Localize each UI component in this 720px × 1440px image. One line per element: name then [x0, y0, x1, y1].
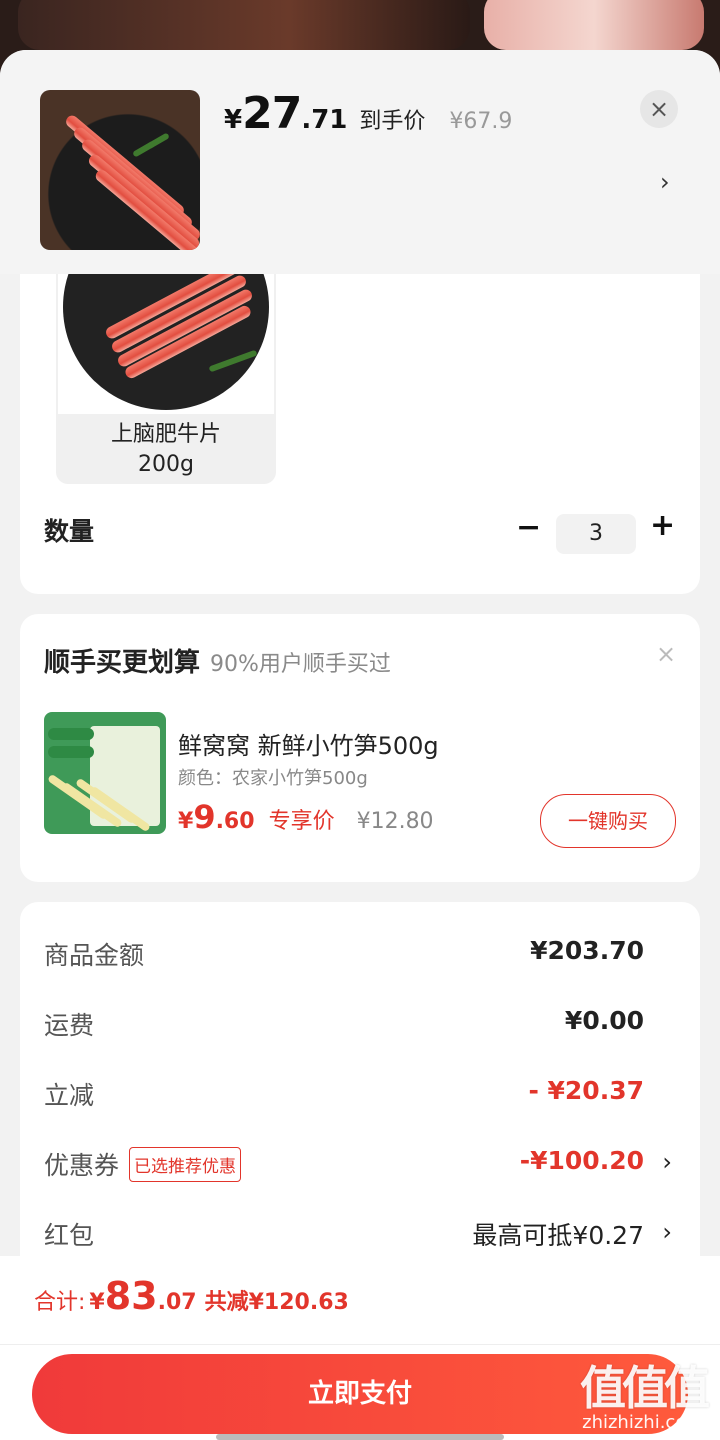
price-decimal: .71	[301, 105, 348, 135]
sheet-header: ¥ 27 .71 到手价 ¥67.9 × ›	[0, 50, 720, 274]
upsell-price-tag: 专享价	[268, 809, 335, 834]
upsell-product-spec: 颜色：农家小竹笋500g	[178, 768, 368, 789]
quantity-plus-button[interactable]: +	[650, 508, 675, 543]
total-currency: ¥	[89, 1290, 105, 1315]
upsell-card: 顺手买更划算 90%用户顺手买过 × 鲜窝窝 新鲜小竹笋500g 颜色：农家小竹笋…	[20, 614, 700, 882]
summary-label-instant-discount: 立减	[44, 1081, 95, 1110]
divider	[0, 1344, 720, 1345]
upsell-original-price: ¥12.80	[356, 809, 434, 834]
watermark: 值值值 zhizhizhi.com	[568, 1352, 718, 1433]
variant-name: 上脑肥牛片	[110, 422, 221, 447]
upsell-subtitle: 90%用户顺手买过	[210, 652, 391, 677]
background-product-card-left	[18, 0, 470, 50]
summary-row-coupon[interactable]: 优惠券 已选推荐优惠	[44, 1146, 242, 1185]
upsell-close-button[interactable]: ×	[656, 640, 676, 668]
blurred-promo-text	[230, 160, 480, 210]
upsell-product-name[interactable]: 鲜窝窝 新鲜小竹笋500g	[178, 726, 439, 761]
original-price: ¥67.9	[449, 109, 513, 134]
variant-weight: 200g	[138, 452, 194, 477]
total-decimal: .07	[157, 1290, 197, 1315]
summary-label-red-packet: 红包	[44, 1221, 95, 1250]
close-icon: ×	[648, 95, 670, 123]
summary-value-red-packet[interactable]: 最高可抵¥0.27	[472, 1216, 644, 1252]
chevron-right-icon[interactable]: ›	[660, 168, 670, 196]
summary-label-shipping: 运费	[44, 1011, 95, 1040]
checkout-sheet: ¥ 27 .71 到手价 ¥67.9 × › 上脑肥牛片 200g 数量 − 3…	[0, 50, 720, 1440]
chevron-right-icon[interactable]: ›	[662, 1218, 672, 1246]
upsell-price-currency: ¥	[178, 809, 194, 834]
price-tag-label: 到手价	[359, 109, 426, 134]
upsell-price-integer: 9	[193, 798, 216, 836]
watermark-logo: 值值值	[580, 1361, 710, 1415]
summary-value-shipping: ¥0.00	[564, 1006, 644, 1035]
total-label: 合计:	[34, 1290, 86, 1315]
upsell-price: ¥ 9 .60 专享价 ¥12.80	[178, 798, 434, 836]
chevron-right-icon[interactable]: ›	[662, 1148, 672, 1176]
summary-label-subtotal: 商品金额	[44, 941, 145, 970]
price-integer: 27	[242, 88, 302, 139]
quantity-minus-button[interactable]: −	[516, 510, 541, 545]
checkout-bar: 合计: ¥ 83 .07 共减¥120.63 立即支付 值值值 zhizhizh…	[0, 1256, 720, 1440]
quantity-label: 数量	[44, 517, 95, 546]
order-summary: 商品金额 ¥203.70 运费 ¥0.00 立减 - ¥20.37 优惠券 已选推…	[20, 902, 700, 1302]
one-click-buy-button[interactable]: 一键购买	[540, 794, 676, 848]
upsell-title-text: 顺手买更划算	[44, 648, 201, 678]
coupon-badge: 已选推荐优惠	[129, 1146, 242, 1182]
upsell-title: 顺手买更划算 90%用户顺手买过	[44, 642, 391, 679]
total-integer: 83	[104, 1274, 158, 1318]
quantity-input[interactable]: 3	[556, 514, 636, 554]
close-button[interactable]: ×	[640, 90, 678, 128]
price-currency: ¥	[224, 105, 243, 135]
summary-value-coupon[interactable]: -¥100.20	[520, 1146, 644, 1175]
upsell-price-decimal: .60	[215, 809, 255, 834]
background-product-card-right	[484, 0, 704, 50]
home-indicator	[216, 1434, 504, 1440]
summary-value-subtotal: ¥203.70	[530, 936, 644, 965]
variant-label: 上脑肥牛片 200g	[56, 420, 276, 480]
summary-label-coupon: 优惠券	[44, 1151, 120, 1180]
final-price: ¥ 27 .71 到手价 ¥67.9	[224, 88, 512, 148]
variant-card: 上脑肥牛片 200g 数量 − 3 +	[20, 274, 700, 594]
order-total: 合计: ¥ 83 .07 共减¥120.63	[34, 1274, 349, 1318]
variant-option-selected[interactable]: 上脑肥牛片 200g	[56, 274, 276, 484]
summary-value-instant-discount: - ¥20.37	[528, 1076, 644, 1105]
variant-image	[58, 274, 274, 414]
product-thumbnail[interactable]	[40, 90, 200, 250]
upsell-product-image[interactable]	[44, 712, 166, 834]
watermark-url: zhizhizhi.com	[582, 1412, 704, 1433]
total-discount: 共减¥120.63	[204, 1290, 349, 1315]
